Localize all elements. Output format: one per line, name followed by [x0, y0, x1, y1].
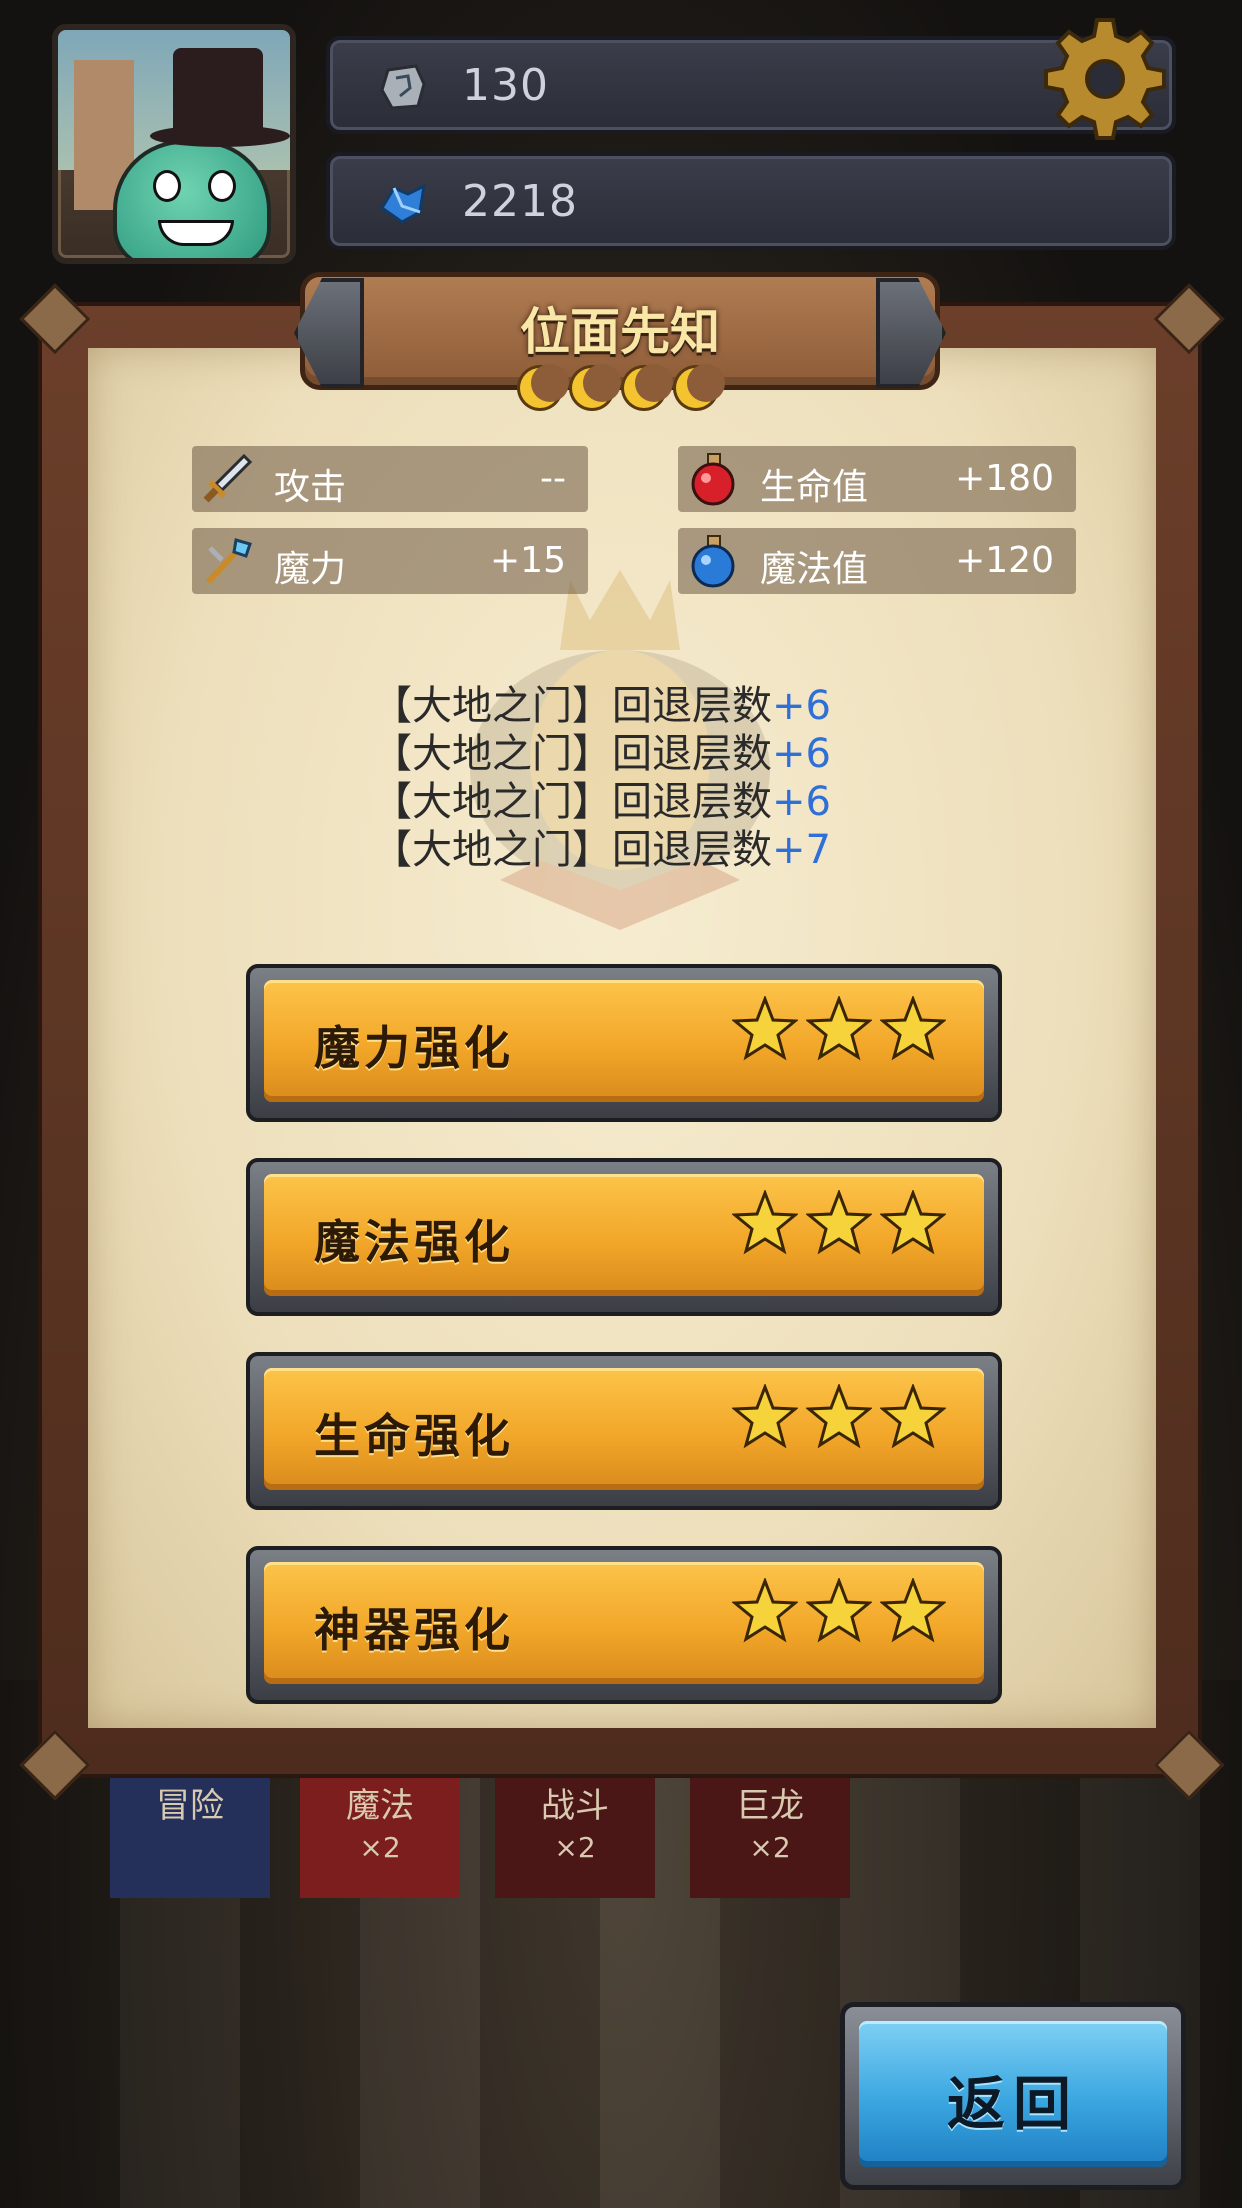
star-rating — [732, 1384, 946, 1450]
moon-icon — [572, 364, 621, 408]
star-rating — [732, 1190, 946, 1256]
star-icon — [806, 1384, 872, 1449]
star-icon — [880, 996, 946, 1061]
description-line: 【大地之门】回退层数+6 — [372, 683, 831, 729]
red-potion-icon — [691, 453, 735, 506]
star-icon — [806, 1190, 872, 1255]
description-line: 【大地之门】回退层数+6 — [372, 779, 831, 825]
magic-staff-icon — [205, 538, 252, 585]
sword-icon — [203, 453, 253, 503]
star-icon — [806, 996, 872, 1061]
rune-count: 130 — [462, 60, 549, 111]
star-icon — [880, 1190, 946, 1255]
star-icon — [732, 1384, 798, 1449]
back-button[interactable]: 返回 — [840, 2002, 1186, 2190]
stat-attack: 攻击 -- — [192, 446, 588, 512]
moon-icon — [520, 364, 569, 408]
upgrade-mana-button[interactable]: 魔法强化 — [246, 1158, 1002, 1316]
panel-title: 位面先知 — [520, 303, 720, 361]
player-avatar[interactable] — [52, 24, 296, 264]
star-icon — [732, 996, 798, 1061]
stat-health: 生命值 +180 — [678, 446, 1076, 512]
banner-magic: 魔法 ×2 — [300, 1778, 460, 1898]
stat-magic-power: 魔力 +15 — [192, 528, 588, 594]
description-line: 【大地之门】回退层数+6 — [372, 731, 831, 777]
star-rating — [732, 1578, 946, 1644]
star-icon — [732, 1190, 798, 1255]
gear-icon[interactable] — [1040, 14, 1170, 144]
banner-dragon: 巨龙 ×2 — [690, 1778, 850, 1898]
banner-adventure: 冒险 — [110, 1778, 270, 1898]
upgrade-health-button[interactable]: 生命强化 — [246, 1352, 1002, 1510]
upgrade-magic-power-button[interactable]: 魔力强化 — [246, 964, 1002, 1122]
star-icon — [806, 1578, 872, 1643]
upgrade-artifact-button[interactable]: 神器强化 — [246, 1546, 1002, 1704]
star-icon — [880, 1384, 946, 1449]
star-rating — [732, 996, 946, 1062]
effect-description: 【大地之门】回退层数+6 【大地之门】回退层数+6 【大地之门】回退层数+6 【… — [372, 682, 932, 874]
rune-stone-icon — [380, 64, 426, 110]
moon-rating — [520, 364, 730, 418]
crystal-count: 2218 — [462, 176, 578, 227]
star-icon — [732, 1578, 798, 1643]
blue-crystal-icon — [379, 183, 426, 224]
description-line: 【大地之门】回退层数+7 — [372, 827, 831, 873]
moon-icon — [624, 364, 673, 408]
banner-battle: 战斗 ×2 — [495, 1778, 655, 1898]
blue-potion-icon — [691, 535, 735, 588]
resource-bar-crystals: 2218 — [326, 152, 1176, 250]
moon-icon — [676, 364, 725, 408]
stat-mana: 魔法值 +120 — [678, 528, 1076, 594]
star-icon — [880, 1578, 946, 1643]
